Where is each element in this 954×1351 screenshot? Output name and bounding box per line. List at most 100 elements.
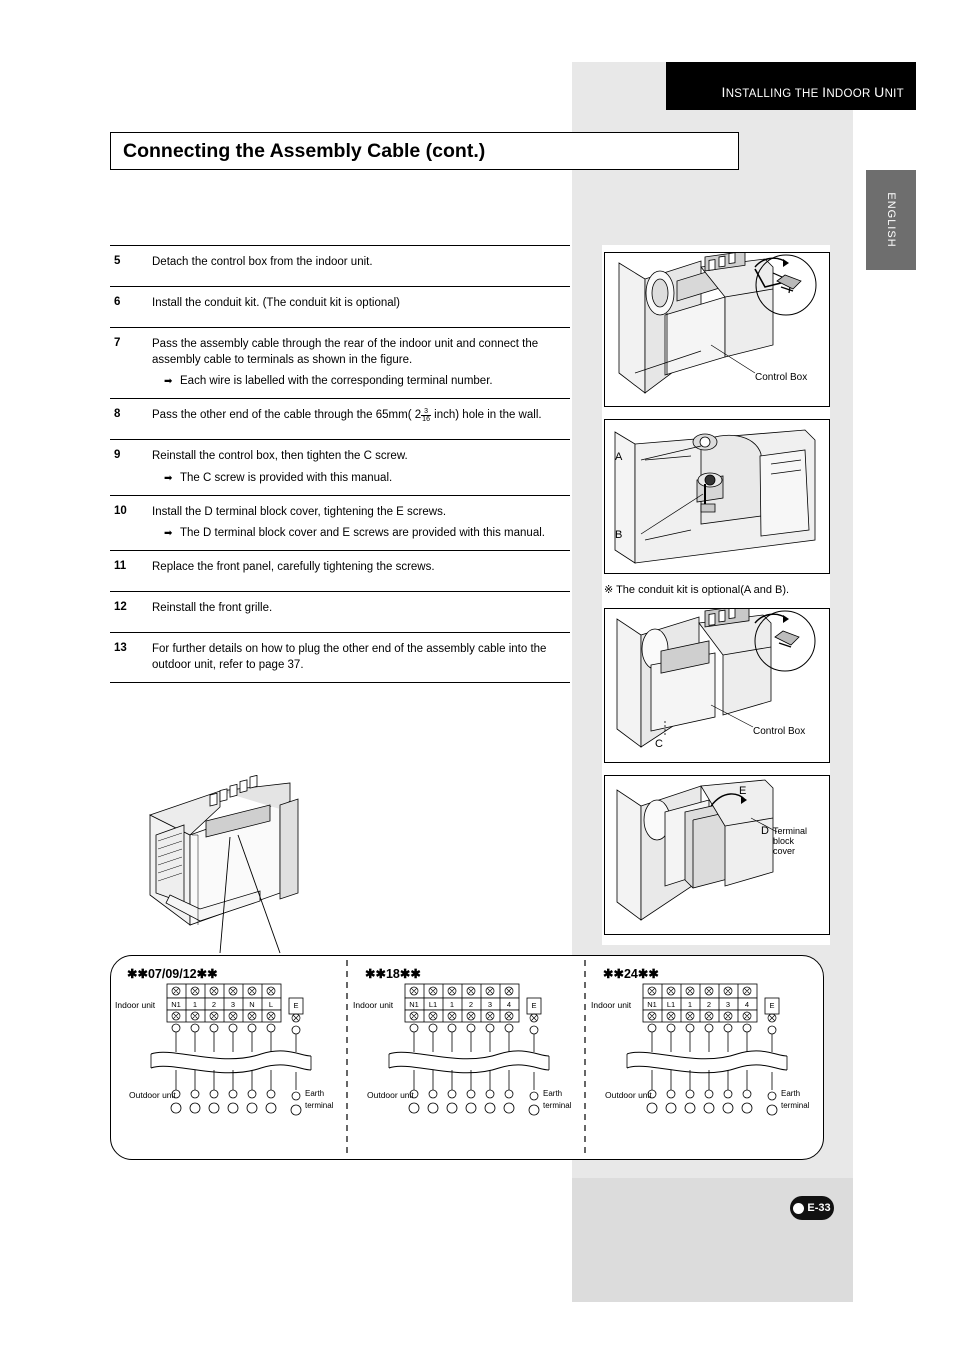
wiring-panel-3-earth-1: Earth	[781, 1089, 800, 1098]
page-dot-icon	[793, 1202, 805, 1214]
fraction-denominator: 16	[422, 416, 430, 423]
step-number: 12	[114, 601, 127, 613]
step-text: Install the conduit kit. (The conduit ki…	[152, 297, 401, 309]
wiring-panel-3-outdoor-label: Outdoor unit	[605, 1090, 652, 1100]
arrow-bullet-icon: ➡	[164, 528, 173, 539]
step-number: 6	[114, 296, 121, 308]
step-8: 8 Pass the other end of the cable throug…	[110, 399, 570, 439]
running-head-text: INSTALLING THE INDOOR UNIT	[721, 84, 904, 100]
step-10: 10 Install the D terminal block cover, t…	[110, 496, 570, 551]
fraction-numerator: 3	[421, 408, 431, 416]
wiring-panel-2-indoor-label: Indoor unit	[353, 1000, 394, 1010]
step-text: Reinstall the control box, then tighten …	[152, 450, 408, 462]
svg-text:3: 3	[231, 1000, 235, 1009]
figure-1-artwork: Control Box	[605, 253, 829, 406]
step-number: 10	[114, 504, 127, 517]
step-text: Pass the other end of the cable through …	[152, 408, 570, 424]
wiring-panel-1-title: ✱✱07/09/12✱✱	[127, 967, 218, 981]
step-7: 7 Pass the assembly cable through the re…	[110, 328, 570, 398]
svg-text:N: N	[249, 1000, 254, 1009]
figure-3-artwork: C Control Box	[605, 609, 829, 762]
step-subnote: ➡ The D terminal block cover and E screw…	[164, 526, 570, 541]
figure-1-label: Control Box	[755, 372, 807, 383]
svg-text:N1: N1	[409, 1000, 419, 1009]
wiring-diagram-panel: ✱✱07/09/12✱✱ Indoor unit N1 1 2 3 N L E …	[110, 955, 824, 1160]
figure-2-artwork: A B	[605, 420, 829, 573]
step-text: Detach the control box from the indoor u…	[152, 256, 373, 268]
figure-4-artwork: E D Terminal block cover	[605, 776, 829, 934]
step-subnote-text: The C screw is provided with this manual…	[180, 471, 393, 484]
svg-text:3: 3	[488, 1000, 492, 1009]
language-tab-label: ENGLISH	[885, 192, 897, 248]
step-9: 9 Reinstall the control box, then tighte…	[110, 440, 570, 495]
svg-text:2: 2	[469, 1000, 473, 1009]
wiring-panel-1-indoor-label: Indoor unit	[115, 1000, 156, 1010]
svg-text:2: 2	[707, 1000, 711, 1009]
step-6: 6 Install the conduit kit. (The conduit …	[110, 287, 570, 327]
fraction: 3 16	[421, 408, 431, 423]
step-text: For further details on how to plug the o…	[152, 643, 547, 671]
step-number: 7	[114, 337, 121, 349]
figure-control-box-reinstall: C Control Box	[604, 608, 830, 763]
figure-3-label-box: Control Box	[753, 726, 805, 737]
figure-terminal-block-cover: E D Terminal block cover	[604, 775, 830, 935]
page-title: Connecting the Assembly Cable (cont.)	[123, 140, 486, 162]
earth-mark-1: E	[293, 1001, 298, 1010]
wiring-panel-18: ✱✱18✱✱ Indoor unit N1 L1 1 2 3 4 E Outdo…	[353, 967, 572, 1116]
step-5: 5 Detach the control box from the indoor…	[110, 246, 570, 286]
figure-4-label-d: D	[761, 825, 769, 837]
svg-text:3: 3	[726, 1000, 730, 1009]
wiring-panel-2-outdoor-label: Outdoor unit	[367, 1090, 414, 1100]
svg-text:N1: N1	[171, 1000, 181, 1009]
svg-text:4: 4	[507, 1000, 511, 1009]
figure-4-label-cover-2: block	[773, 836, 795, 846]
step-subnote-text: Each wire is labelled with the correspon…	[180, 375, 493, 387]
step-number: 11	[114, 560, 127, 572]
step-subnote: ➡ The C screw is provided with this manu…	[164, 471, 570, 486]
figure-indoor-unit-overview	[130, 774, 420, 954]
arrow-bullet-icon: ➡	[164, 472, 173, 484]
step8-post: inch) hole in the wall.	[434, 409, 542, 421]
figure-4-label-e: E	[739, 785, 746, 797]
wiring-panel-2-earth-1: Earth	[543, 1089, 562, 1098]
step-13: 13 For further details on how to plug th…	[110, 633, 570, 682]
figure-3-label-c: C	[655, 738, 663, 750]
svg-text:N1: N1	[647, 1000, 657, 1009]
svg-text:1: 1	[450, 1000, 454, 1009]
figure-2-note: ※ The conduit kit is optional(A and B).	[604, 584, 790, 596]
divider	[110, 682, 570, 683]
wiring-panel-1-earth-1: Earth	[305, 1089, 324, 1098]
wiring-panel-1-earth-2: terminal	[305, 1101, 334, 1110]
earth-mark-2: E	[531, 1001, 536, 1010]
wiring-panel-2-title: ✱✱18✱✱	[365, 967, 421, 981]
step-subnote-text: The D terminal block cover and E screws …	[180, 527, 545, 539]
svg-text:2: 2	[212, 1000, 216, 1009]
step-subnote: ➡ Each wire is labelled with the corresp…	[164, 374, 570, 389]
wiring-panel-3-indoor-label: Indoor unit	[591, 1000, 632, 1010]
step8-pre: Pass the other end of the cable through …	[152, 409, 412, 421]
wiring-panel-3-earth-2: terminal	[781, 1101, 810, 1110]
wiring-panel-3-title: ✱✱24✱✱	[603, 967, 659, 981]
svg-text:L1: L1	[667, 1000, 675, 1009]
wiring-panel-2-earth-2: terminal	[543, 1101, 572, 1110]
wiring-panel-07-09-12: ✱✱07/09/12✱✱ Indoor unit N1 1 2 3 N L E …	[115, 967, 334, 1116]
svg-text:4: 4	[745, 1000, 749, 1009]
figure-conduit-kit: A B	[604, 419, 830, 574]
svg-text:L: L	[269, 1000, 273, 1009]
step-number: 5	[114, 255, 121, 267]
wiring-panel-1-outdoor-label: Outdoor unit	[129, 1090, 176, 1100]
wiring-diagram-artwork: ✱✱07/09/12✱✱ Indoor unit N1 1 2 3 N L E …	[115, 960, 810, 1154]
step-11: 11 Replace the front panel, carefully ti…	[110, 551, 570, 591]
step-number: 13	[114, 642, 127, 654]
figure-2-label-b: B	[615, 529, 622, 541]
earth-mark-3: E	[769, 1001, 774, 1010]
step-text: Replace the front panel, carefully tight…	[152, 561, 435, 573]
step-text: Pass the assembly cable through the rear…	[152, 338, 539, 366]
svg-text:1: 1	[193, 1000, 197, 1009]
figure-4-label-cover-3: cover	[773, 846, 795, 856]
arrow-bullet-icon: ➡	[164, 376, 173, 387]
step-text: Reinstall the front grille.	[152, 602, 273, 614]
step-12: 12 Reinstall the front grille.	[110, 592, 570, 632]
page-number-text: E-33	[807, 1202, 831, 1214]
svg-text:L1: L1	[429, 1000, 437, 1009]
